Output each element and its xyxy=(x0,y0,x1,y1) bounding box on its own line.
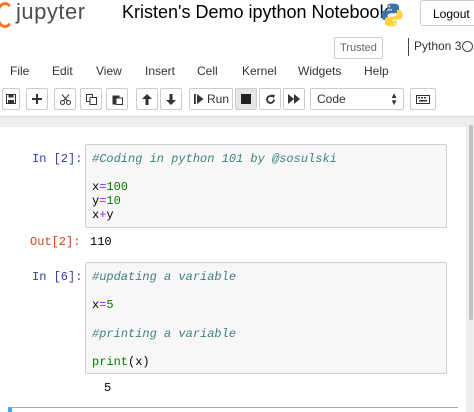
code-line: #Coding in python 101 by @sosulski xyxy=(92,152,337,166)
copy-icon xyxy=(85,93,97,105)
copy-button[interactable] xyxy=(80,88,102,110)
run-icon xyxy=(194,94,204,104)
code-line: x=100 xyxy=(92,180,129,194)
cell-type-select[interactable]: Code ▲ ▼ xyxy=(310,88,404,110)
add-cell-button[interactable] xyxy=(26,88,48,110)
keyboard-icon xyxy=(416,94,430,104)
toolbar: Run Code ▲ ▼ xyxy=(0,84,474,117)
cut-button[interactable] xyxy=(54,88,76,110)
code-line: y=10 xyxy=(92,194,121,208)
notebook-container: In [2]: #Coding in python 101 by @sosuls… xyxy=(0,117,468,412)
scrollbar-thumb[interactable] xyxy=(469,125,473,320)
output-prompt: Out[2]: xyxy=(30,235,81,249)
cell-output: 110 xyxy=(90,235,112,249)
logo-text: jupyter xyxy=(16,0,86,24)
input-prompt: In [6]: xyxy=(32,270,83,284)
menu-cell[interactable]: Cell xyxy=(197,64,218,78)
kernel-idle-icon xyxy=(462,41,473,52)
input-prompt: In [2]: xyxy=(32,152,83,166)
chevron-updown-icon: ▲ ▼ xyxy=(390,91,398,107)
menubar: File Edit View Insert Cell Kernel Widget… xyxy=(0,60,474,84)
kernel-name: Python 3 xyxy=(414,39,462,53)
cell-type-value: Code xyxy=(317,92,346,106)
paste-icon xyxy=(112,95,123,105)
header: jupyter Kristen's Demo ipython Notebook … xyxy=(0,0,474,34)
notebook-title[interactable]: Kristen's Demo ipython Notebook xyxy=(122,2,389,23)
cut-icon xyxy=(59,93,71,105)
menu-edit[interactable]: Edit xyxy=(52,64,73,78)
fast-forward-icon xyxy=(288,94,300,104)
menu-widgets[interactable]: Widgets xyxy=(298,64,341,78)
menu-view[interactable]: View xyxy=(96,64,122,78)
interrupt-button[interactable] xyxy=(235,88,257,110)
save-icon xyxy=(6,94,16,104)
code-line: #printing a variable xyxy=(92,327,237,341)
code-line: x=5 xyxy=(92,298,114,312)
menu-file[interactable]: File xyxy=(10,64,29,78)
restart-icon xyxy=(265,94,275,104)
restart-run-all-button[interactable] xyxy=(283,88,305,110)
code-cell-input[interactable]: #updating a variable x=5 #printing a var… xyxy=(85,262,447,374)
logout-button[interactable]: Logout xyxy=(420,0,474,26)
code-line: x+y xyxy=(92,208,114,222)
menu-kernel[interactable]: Kernel xyxy=(242,64,277,78)
selected-cell[interactable] xyxy=(8,407,458,412)
jupyter-logo-icon xyxy=(0,2,14,28)
stop-icon xyxy=(241,94,251,104)
paste-button[interactable] xyxy=(106,88,128,110)
move-down-button[interactable] xyxy=(160,88,182,110)
scrollbar[interactable] xyxy=(468,117,474,412)
cell-output: 5 xyxy=(104,381,112,395)
code-line: print(x) xyxy=(92,355,150,369)
command-palette-button[interactable] xyxy=(410,88,436,110)
trusted-indicator[interactable]: Trusted xyxy=(334,37,383,59)
run-button[interactable]: Run xyxy=(189,88,233,110)
notebook-status-bar: Trusted Python 3 xyxy=(0,34,474,60)
python-logo-icon xyxy=(381,3,403,27)
restart-kernel-button[interactable] xyxy=(259,88,281,110)
move-down-icon xyxy=(166,93,176,105)
code-line: #updating a variable xyxy=(92,270,237,284)
add-cell-icon xyxy=(32,94,42,104)
move-up-button[interactable] xyxy=(136,88,158,110)
menu-help[interactable]: Help xyxy=(364,64,389,78)
save-button[interactable] xyxy=(2,88,20,110)
code-cell-input[interactable]: #Coding in python 101 by @sosulski x=100… xyxy=(85,144,447,228)
kernel-separator xyxy=(408,38,409,56)
menu-insert[interactable]: Insert xyxy=(145,64,175,78)
move-up-icon xyxy=(142,93,152,105)
run-label: Run xyxy=(207,92,230,106)
notebook-page: In [2]: #Coding in python 101 by @sosuls… xyxy=(0,127,466,412)
